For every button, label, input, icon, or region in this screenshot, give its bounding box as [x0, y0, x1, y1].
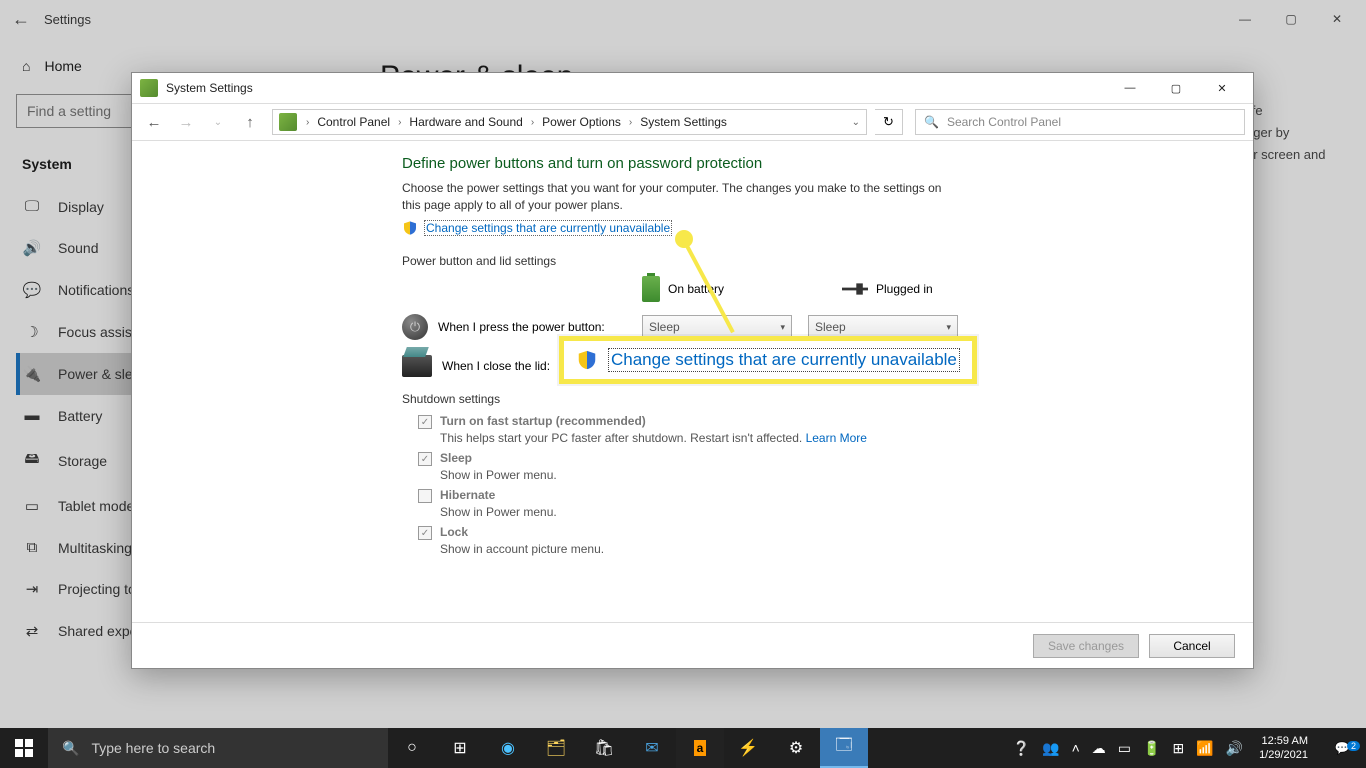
crumb-hardware[interactable]: Hardware and Sound [406, 115, 525, 129]
refresh-button[interactable]: ↻ [875, 109, 903, 135]
address-bar[interactable]: › Control Panel › Hardware and Sound › P… [272, 109, 867, 135]
settings-taskbar-button[interactable]: ⚙ [772, 728, 820, 768]
power-button-section: Power button and lid settings [402, 254, 1213, 268]
nav-back-button[interactable]: ← [140, 108, 168, 136]
meet-tray-icon[interactable]: ▭ [1112, 740, 1137, 757]
fast-startup-sub: This helps start your PC faster after sh… [440, 431, 1213, 445]
control-panel-taskbar-button[interactable]: 🗔 [820, 728, 868, 768]
lock-row: Lock [418, 525, 1213, 540]
taskbar: 🔍Type here to search ○ ⊞ ◉ 🗂 🛍 ✉ a ⚡ ⚙ 🗔… [0, 728, 1366, 768]
search-icon: 🔍 [62, 740, 79, 757]
hibernate-checkbox[interactable] [418, 489, 432, 503]
shield-icon [402, 220, 418, 236]
edge-button[interactable]: ◉ [484, 728, 532, 768]
cp-close-button[interactable]: ✕ [1199, 74, 1245, 102]
chevron-down-icon: ▾ [780, 322, 785, 333]
system-tray: ❔ 👥 ˄ ☁ ▭ 🔋 ⊞ 📶 🔊 12:59 AM1/29/2021 💬2 [1007, 728, 1366, 768]
cancel-button[interactable]: Cancel [1149, 634, 1235, 658]
callout-text: Change settings that are currently unava… [608, 348, 960, 372]
crumb-system-settings[interactable]: System Settings [637, 115, 730, 129]
help-tray-icon[interactable]: ❔ [1007, 740, 1036, 757]
plugged-in-column: Plugged in [842, 282, 962, 296]
chevron-icon[interactable]: › [528, 117, 537, 128]
chevron-down-icon: ▾ [946, 322, 951, 333]
cp-search-input[interactable]: 🔍 Search Control Panel [915, 109, 1245, 135]
fast-startup-checkbox[interactable] [418, 415, 432, 429]
taskbar-clock[interactable]: 12:59 AM1/29/2021 [1249, 734, 1318, 762]
mail-button[interactable]: ✉ [628, 728, 676, 768]
address-icon [279, 113, 297, 131]
power-button-icon: ⏻ [402, 314, 428, 340]
shutdown-section: Shutdown settings [402, 392, 1213, 406]
cp-maximize-button[interactable]: ▢ [1153, 74, 1199, 102]
chevron-icon[interactable]: › [303, 117, 312, 128]
change-settings-link[interactable]: Change settings that are currently unava… [424, 220, 672, 236]
nav-forward-button[interactable]: → [172, 108, 200, 136]
dropbox-tray-icon[interactable]: ⊞ [1166, 740, 1190, 757]
crumb-control-panel[interactable]: Control Panel [314, 115, 393, 129]
nav-up-button[interactable]: ↑ [236, 108, 264, 136]
sleep-checkbox[interactable] [418, 452, 432, 466]
onedrive-tray-icon[interactable]: ☁ [1086, 740, 1112, 757]
nav-recent-button[interactable]: ⌄ [204, 108, 232, 136]
crumb-power-options[interactable]: Power Options [539, 115, 624, 129]
cp-app-icon [140, 79, 158, 97]
learn-more-link[interactable]: Learn More [806, 431, 867, 445]
sleep-row: Sleep [418, 451, 1213, 466]
amazon-button[interactable]: a [676, 728, 724, 768]
search-icon: 🔍 [924, 115, 939, 129]
annotation-callout: Change settings that are currently unava… [559, 336, 977, 384]
hibernate-sub: Show in Power menu. [440, 505, 1213, 519]
chevron-icon[interactable]: › [395, 117, 404, 128]
save-changes-button[interactable]: Save changes [1033, 634, 1139, 658]
store-button[interactable]: 🛍 [580, 728, 628, 768]
explorer-button[interactable]: 🗂 [532, 728, 580, 768]
shield-icon [576, 349, 598, 371]
battery-tray-icon[interactable]: 🔋 [1137, 740, 1166, 757]
cp-heading: Define power buttons and turn on passwor… [402, 155, 1213, 172]
people-tray-icon[interactable]: 👥 [1036, 740, 1065, 757]
fast-startup-row: Turn on fast startup (recommended) [418, 414, 1213, 429]
action-center-button[interactable]: 💬2 [1318, 741, 1366, 755]
lid-icon [402, 355, 432, 377]
start-button[interactable] [0, 728, 48, 768]
cp-titlebar[interactable]: System Settings — ▢ ✕ [132, 73, 1253, 103]
tray-expand-icon[interactable]: ˄ [1066, 740, 1086, 756]
taskbar-search-input[interactable]: 🔍Type here to search [48, 728, 388, 768]
lock-sub: Show in account picture menu. [440, 542, 1213, 556]
battery-icon [642, 276, 660, 302]
wifi-tray-icon[interactable]: 📶 [1190, 740, 1219, 757]
cp-minimize-button[interactable]: — [1107, 74, 1153, 102]
lock-checkbox[interactable] [418, 526, 432, 540]
cp-title: System Settings [166, 81, 253, 95]
cp-toolbar: ← → ⌄ ↑ › Control Panel › Hardware and S… [132, 103, 1253, 141]
volume-tray-icon[interactable]: 🔊 [1220, 740, 1249, 757]
app-button[interactable]: ⚡ [724, 728, 772, 768]
annotation-dot [675, 230, 693, 248]
hibernate-row: Hibernate [418, 488, 1213, 503]
cortana-button[interactable]: ○ [388, 728, 436, 768]
task-view-button[interactable]: ⊞ [436, 728, 484, 768]
plug-icon [842, 282, 868, 296]
windows-logo-icon [15, 739, 33, 757]
cp-footer: Save changes Cancel [132, 622, 1253, 668]
sleep-sub: Show in Power menu. [440, 468, 1213, 482]
address-dropdown-icon[interactable]: ⌄ [852, 117, 860, 128]
cp-description: Choose the power settings that you want … [402, 180, 962, 214]
chevron-icon[interactable]: › [626, 117, 635, 128]
